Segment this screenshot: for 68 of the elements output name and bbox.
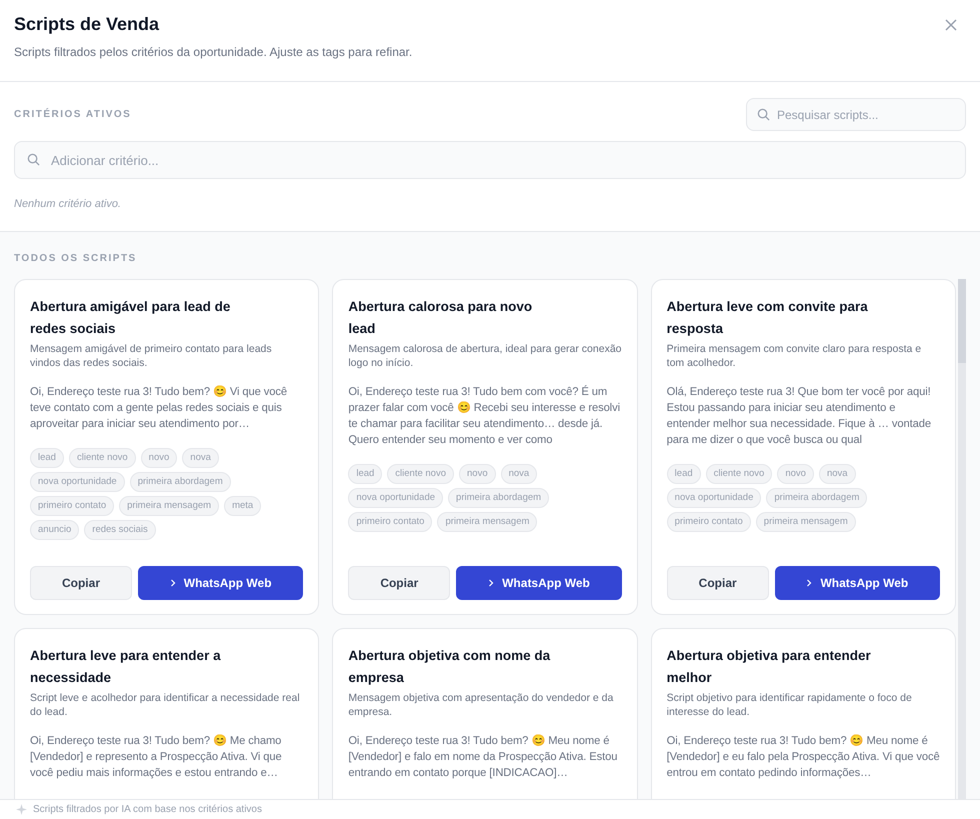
tag: redes sociais — [84, 520, 156, 540]
script-title: Abertura objetiva para entender melhor — [666, 646, 872, 686]
script-description: Mensagem calorosa de abertura, ideal para gerar conexão logo no início. — [348, 342, 622, 370]
whatsapp-button[interactable]: WhatsApp Web — [456, 566, 622, 600]
tag: primeira abordagem — [448, 488, 550, 508]
copy-button[interactable]: Copiar — [348, 566, 450, 600]
chevron-icon — [170, 578, 176, 586]
search-field[interactable]: Pesquisar scripts... — [746, 98, 966, 131]
tag: lead — [666, 464, 701, 484]
script-description: Script leve e acolhedor para identificar a necessidade real do lead. — [30, 690, 301, 718]
script-title: Abertura objetiva com nome da empresa — [348, 646, 552, 687]
tag: primeira abordagem — [766, 488, 868, 508]
tag: meta — [224, 496, 262, 516]
script-message: Oi, Endereço teste rua 3! Tudo bem? 😊 Me chamo [Vendedor] e represento a Prospecção Ativa. Vi que você pediu mais informações e estou entrando e… — [30, 734, 283, 780]
section-heading: CRITÉRIOS ATIVOS — [14, 107, 132, 122]
script-title: Abertura calorosa para novo lead — [348, 298, 534, 338]
script-message: Oi, Endereço teste rua 3! Tudo bem? 😊 Meu nome é [Vendedor] e eu falo pela Prospecção Ativa. Vi que você entrou em contato pedindo informações… — [666, 734, 940, 780]
tag: nova — [818, 464, 856, 484]
dialog-title: Scripts de Venda — [14, 13, 160, 35]
copy-button[interactable]: Copiar — [666, 566, 769, 600]
tag: nova — [500, 464, 538, 484]
tag: nova oportunidade — [666, 488, 762, 508]
sparkle-icon — [16, 804, 27, 815]
chevron-icon — [488, 578, 494, 586]
script-title: Abertura leve com convite para resposta — [666, 298, 869, 338]
tag: primeiro contato — [666, 512, 751, 532]
copy-button[interactable]: Copiar — [30, 566, 132, 600]
tag: primeiro contato — [30, 496, 114, 516]
tag: novo — [140, 448, 178, 468]
tag: anuncio — [30, 520, 80, 540]
script-message: Oi, Endereço teste rua 3! Tudo bem com você? É um prazer falar com você 😊 Recebi seu interesse e resolvi te chamar para facilitar seu atendimento… desde já. Quero entender seu momento e ver como — [348, 384, 621, 448]
tag: nova oportunidade — [348, 488, 444, 508]
tag: primeiro contato — [348, 512, 432, 532]
script-description: Script objetivo para identificar rapidamente o foco de interesse do lead. — [666, 690, 913, 718]
add-criterion-field[interactable]: Adicionar critério... — [14, 141, 966, 179]
section-heading: TODOS OS SCRIPTS — [14, 252, 138, 266]
script-message: Oi, Endereço teste rua 3! Tudo bem? 😊 Vi que você teve contato com a gente pelas redes sociais e quis aproveitar para iniciar seu atendimento por… — [30, 384, 288, 432]
script-message: Olá, Endereço teste rua 3! Que bom ter você por aqui! Estou passando para iniciar seu atendimento e entender melhor sua necessidade. Fique à … vontade para me dizer o que você busca ou qual — [666, 384, 932, 448]
tag: cliente novo — [706, 464, 772, 484]
script-title: Abertura leve para entender a necessidade — [30, 646, 222, 686]
search-icon — [757, 108, 770, 121]
script-title: Abertura amigável para lead de redes sociais — [30, 298, 232, 338]
chevron-icon — [806, 578, 812, 586]
script-description: Mensagem objetiva com apresentação do vendedor e da empresa. — [348, 690, 614, 718]
tag: cliente novo — [387, 464, 454, 484]
script-message: Oi, Endereço teste rua 3! Tudo bem? 😊 Meu nome é [Vendedor] e falo em nome da Prospecção Ativa. Estou entrando em contato porque [INDICACAO]… — [348, 734, 618, 780]
scrollbar[interactable] — [958, 278, 966, 799]
whatsapp-button[interactable]: WhatsApp Web — [774, 566, 940, 600]
tag: primeira mensagem — [119, 496, 220, 516]
empty-criteria-text: Nenhum critério ativo. — [14, 197, 122, 212]
tag: primeira mensagem — [756, 512, 856, 532]
tag: primeira abordagem — [130, 472, 231, 492]
footer-note: Scripts filtrados por IA com base nos critérios ativos — [33, 803, 262, 817]
whatsapp-button[interactable]: WhatsApp Web — [138, 566, 304, 600]
close-button[interactable] — [944, 18, 958, 32]
tag: nova — [182, 448, 219, 468]
tag: nova oportunidade — [30, 472, 125, 492]
tag: novo — [777, 464, 814, 484]
dialog-subtitle: Scripts filtrados pelos critérios da oportunidade. Ajuste as tags para refinar. — [14, 44, 412, 61]
tag: cliente novo — [68, 448, 136, 468]
search-icon — [27, 153, 40, 166]
script-description: Mensagem amigável de primeiro contato para leads vindos das redes sociais. — [30, 342, 273, 370]
tag: primeira mensagem — [437, 512, 538, 532]
close-icon — [944, 18, 958, 32]
tag: lead — [348, 464, 382, 484]
script-description: Primeira mensagem com convite claro para resposta e tom acolhedor. — [666, 342, 922, 370]
tag: lead — [30, 448, 64, 468]
tag: novo — [459, 464, 496, 484]
